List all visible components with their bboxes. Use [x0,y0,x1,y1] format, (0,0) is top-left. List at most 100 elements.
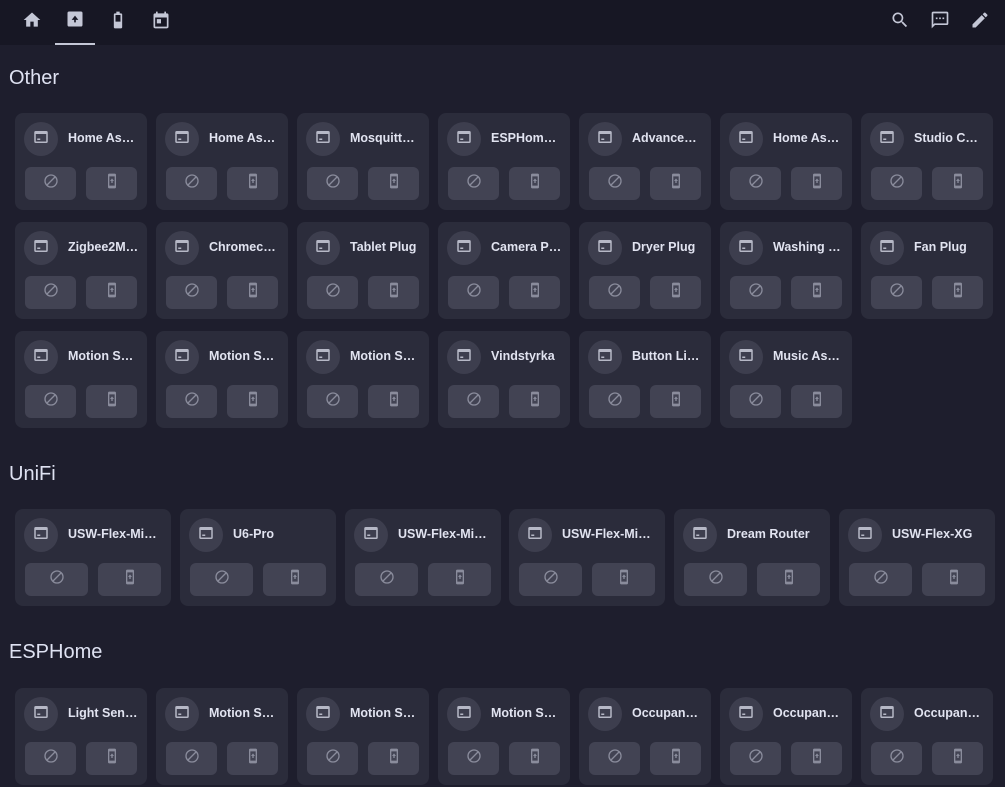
device-card[interactable]: Light Sens… [15,688,147,785]
disable-button[interactable] [589,276,640,309]
device-action-button[interactable] [98,563,161,596]
device-card[interactable]: Motion Sen… [15,331,147,428]
tab-devices[interactable] [55,0,95,45]
device-action-button[interactable] [509,276,560,309]
tab-home[interactable] [12,0,52,45]
disable-button[interactable] [166,167,217,200]
disable-button[interactable] [871,276,922,309]
device-card[interactable]: Occupancy… [579,688,711,785]
disable-button[interactable] [307,742,358,775]
device-action-button[interactable] [86,385,137,418]
device-action-button[interactable] [791,167,842,200]
disable-button[interactable] [871,167,922,200]
device-card[interactable]: Vindstyrka [438,331,570,428]
disable-button[interactable] [166,276,217,309]
tab-calendar[interactable] [141,0,181,45]
device-card[interactable]: Motion Sen… [297,688,429,785]
device-card[interactable]: Tablet Plug [297,222,429,319]
disable-button[interactable] [849,563,912,596]
disable-button[interactable] [166,742,217,775]
disable-button[interactable] [448,276,499,309]
device-action-button[interactable] [227,167,278,200]
device-card[interactable]: Home Assi… [156,113,288,210]
device-action-button[interactable] [368,276,419,309]
device-card[interactable]: USW-Flex-XG [839,509,995,606]
disable-button[interactable] [684,563,747,596]
disable-button[interactable] [730,385,781,418]
disable-button[interactable] [25,742,76,775]
disable-button[interactable] [25,385,76,418]
disable-button[interactable] [589,385,640,418]
device-card[interactable]: Dream Router [674,509,830,606]
disable-button[interactable] [307,385,358,418]
device-card[interactable]: Mosquitto … [297,113,429,210]
device-action-button[interactable] [791,742,842,775]
device-card[interactable]: Fan Plug [861,222,993,319]
device-action-button[interactable] [428,563,491,596]
device-card[interactable]: Home Assi… [15,113,147,210]
device-action-button[interactable] [227,385,278,418]
device-action-button[interactable] [922,563,985,596]
disable-button[interactable] [25,563,88,596]
device-action-button[interactable] [86,167,137,200]
device-action-button[interactable] [86,742,137,775]
device-card[interactable]: ESPHome … [438,113,570,210]
device-card[interactable]: Button Livi… [579,331,711,428]
device-action-button[interactable] [509,167,560,200]
device-action-button[interactable] [227,276,278,309]
edit-button[interactable] [960,0,1000,45]
disable-button[interactable] [448,742,499,775]
device-card[interactable]: USW-Flex-Mini … [345,509,501,606]
device-action-button[interactable] [368,742,419,775]
device-card[interactable]: Occupancy… [720,688,852,785]
disable-button[interactable] [730,276,781,309]
device-card[interactable]: Motion Sen… [156,331,288,428]
tab-battery[interactable] [98,0,138,45]
device-action-button[interactable] [791,385,842,418]
disable-button[interactable] [355,563,418,596]
device-card[interactable]: Occupancy… [861,688,993,785]
device-action-button[interactable] [650,385,701,418]
device-card[interactable]: Chromecas… [156,222,288,319]
device-card[interactable]: Camera Plug [438,222,570,319]
device-card[interactable]: Washing M… [720,222,852,319]
device-card[interactable]: Studio Cod… [861,113,993,210]
device-action-button[interactable] [932,276,983,309]
device-card[interactable]: Advanced … [579,113,711,210]
device-action-button[interactable] [932,167,983,200]
device-action-button[interactable] [592,563,655,596]
device-action-button[interactable] [757,563,820,596]
device-action-button[interactable] [509,385,560,418]
device-action-button[interactable] [263,563,326,596]
device-action-button[interactable] [227,742,278,775]
disable-button[interactable] [589,742,640,775]
disable-button[interactable] [307,167,358,200]
disable-button[interactable] [25,167,76,200]
device-card[interactable]: USW-Flex-Mini … [15,509,171,606]
device-action-button[interactable] [650,276,701,309]
device-card[interactable]: Motion Sen… [297,331,429,428]
device-card[interactable]: U6-Pro [180,509,336,606]
device-action-button[interactable] [650,742,701,775]
assist-button[interactable] [920,0,960,45]
device-card[interactable]: Dryer Plug [579,222,711,319]
disable-button[interactable] [307,276,358,309]
disable-button[interactable] [448,167,499,200]
device-card[interactable]: Zigbee2M… [15,222,147,319]
device-action-button[interactable] [932,742,983,775]
device-action-button[interactable] [791,276,842,309]
disable-button[interactable] [190,563,253,596]
device-action-button[interactable] [368,385,419,418]
device-action-button[interactable] [86,276,137,309]
disable-button[interactable] [730,167,781,200]
device-action-button[interactable] [650,167,701,200]
disable-button[interactable] [589,167,640,200]
search-button[interactable] [880,0,920,45]
device-action-button[interactable] [368,167,419,200]
device-card[interactable]: Music Assi… [720,331,852,428]
device-action-button[interactable] [509,742,560,775]
disable-button[interactable] [519,563,582,596]
disable-button[interactable] [25,276,76,309]
device-card[interactable]: USW-Flex-Mini … [509,509,665,606]
disable-button[interactable] [448,385,499,418]
